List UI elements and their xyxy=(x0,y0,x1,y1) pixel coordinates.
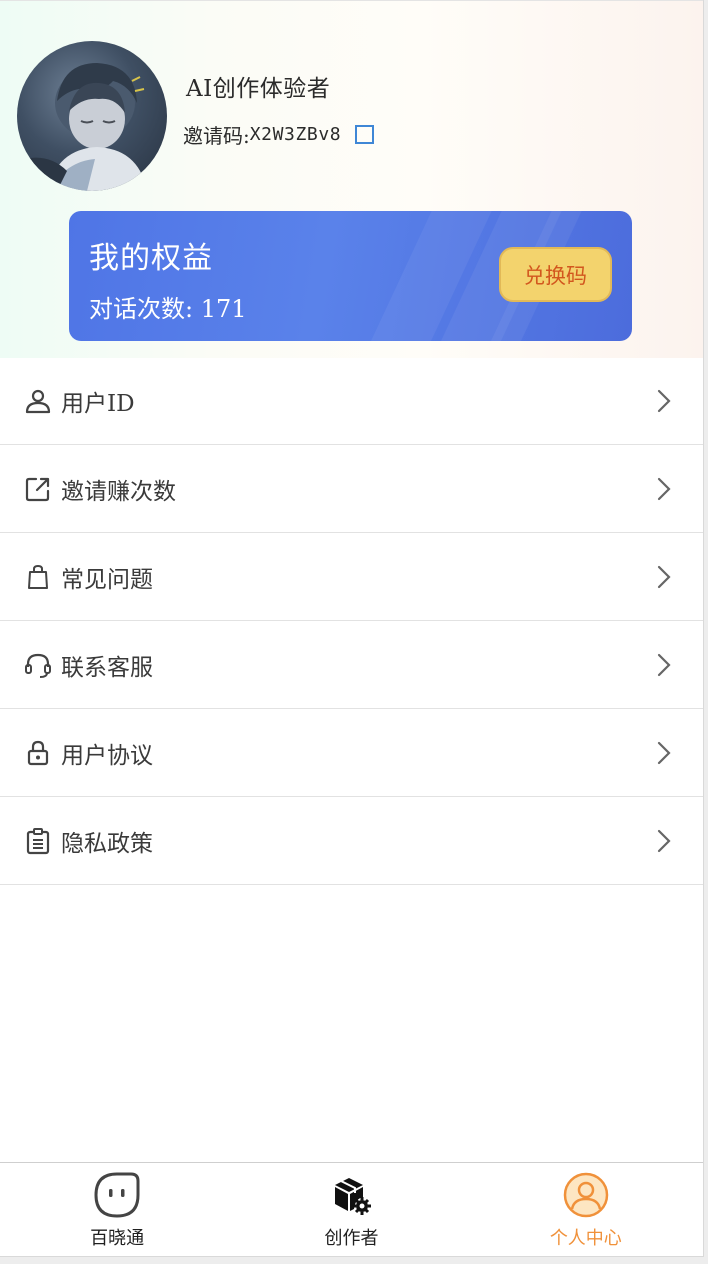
tab-label: 百晓通 xyxy=(90,1228,145,1249)
chevron-right-icon xyxy=(657,741,671,764)
invite-code-prefix: 邀请码: xyxy=(183,124,250,148)
invite-code-row: 邀请码: X2W3ZBv8 xyxy=(183,120,375,149)
chevron-right-icon xyxy=(657,389,671,412)
chevron-right-icon xyxy=(657,565,671,588)
tab-personal-center[interactable]: 个人中心 xyxy=(469,1163,703,1256)
avatar[interactable] xyxy=(17,41,167,191)
invite-code: X2W3ZBv8 xyxy=(249,124,342,145)
menu-item-label: 邀请赚次数 xyxy=(61,478,176,505)
person-circle-icon xyxy=(563,1172,609,1218)
user-icon xyxy=(24,387,52,415)
tab-label: 个人中心 xyxy=(549,1228,622,1249)
tab-baixiaotong[interactable]: 百晓通 xyxy=(0,1163,234,1256)
app-screen: AI创作体验者 邀请码: X2W3ZBv8 我的权益 对话次数: 171 兑换码… xyxy=(0,0,704,1257)
menu-item-user-agreement[interactable]: 用户协议 xyxy=(0,709,703,797)
menu-item-user-id[interactable]: 用户ID xyxy=(0,357,703,445)
box-gear-icon xyxy=(335,1178,372,1215)
menu-item-label: 隐私政策 xyxy=(61,830,153,857)
profile-header: AI创作体验者 邀请码: X2W3ZBv8 我的权益 对话次数: 171 兑换码 xyxy=(0,0,703,358)
clipboard-icon xyxy=(24,827,52,855)
bag-icon xyxy=(24,563,52,591)
copy-icon[interactable] xyxy=(355,125,375,144)
chevron-right-icon xyxy=(657,477,671,500)
tab-label: 创作者 xyxy=(324,1228,379,1249)
menu-item-invite[interactable]: 邀请赚次数 xyxy=(0,445,703,533)
chat-count: 对话次数: 171 xyxy=(89,295,247,323)
redeem-code-button[interactable]: 兑换码 xyxy=(499,247,612,302)
benefits-title: 我的权益 xyxy=(89,241,213,276)
menu-item-label: 常见问题 xyxy=(61,566,153,593)
chevron-right-icon xyxy=(657,829,671,852)
username: AI创作体验者 xyxy=(186,76,331,102)
menu-item-label: 用户ID xyxy=(61,390,135,417)
menu-item-label: 联系客服 xyxy=(61,654,153,681)
chevron-right-icon xyxy=(657,653,671,676)
chat-face-icon xyxy=(94,1172,140,1218)
menu-item-faq[interactable]: 常见问题 xyxy=(0,533,703,621)
headset-icon xyxy=(24,651,52,679)
bottom-tab-bar: 百晓通 创作者 个人中心 xyxy=(0,1162,703,1256)
menu-item-privacy-policy[interactable]: 隐私政策 xyxy=(0,797,703,885)
settings-menu: 用户ID 邀请赚次数 常见问题 联系客服 用户协议 隐私政策 xyxy=(0,357,703,885)
tab-creator[interactable]: 创作者 xyxy=(234,1163,468,1256)
menu-item-label: 用户协议 xyxy=(61,742,153,769)
benefits-card: 我的权益 对话次数: 171 兑换码 xyxy=(69,211,632,341)
lock-icon xyxy=(24,739,52,767)
menu-item-contact-support[interactable]: 联系客服 xyxy=(0,621,703,709)
share-icon xyxy=(24,475,52,503)
avatar-illustration xyxy=(17,63,147,191)
